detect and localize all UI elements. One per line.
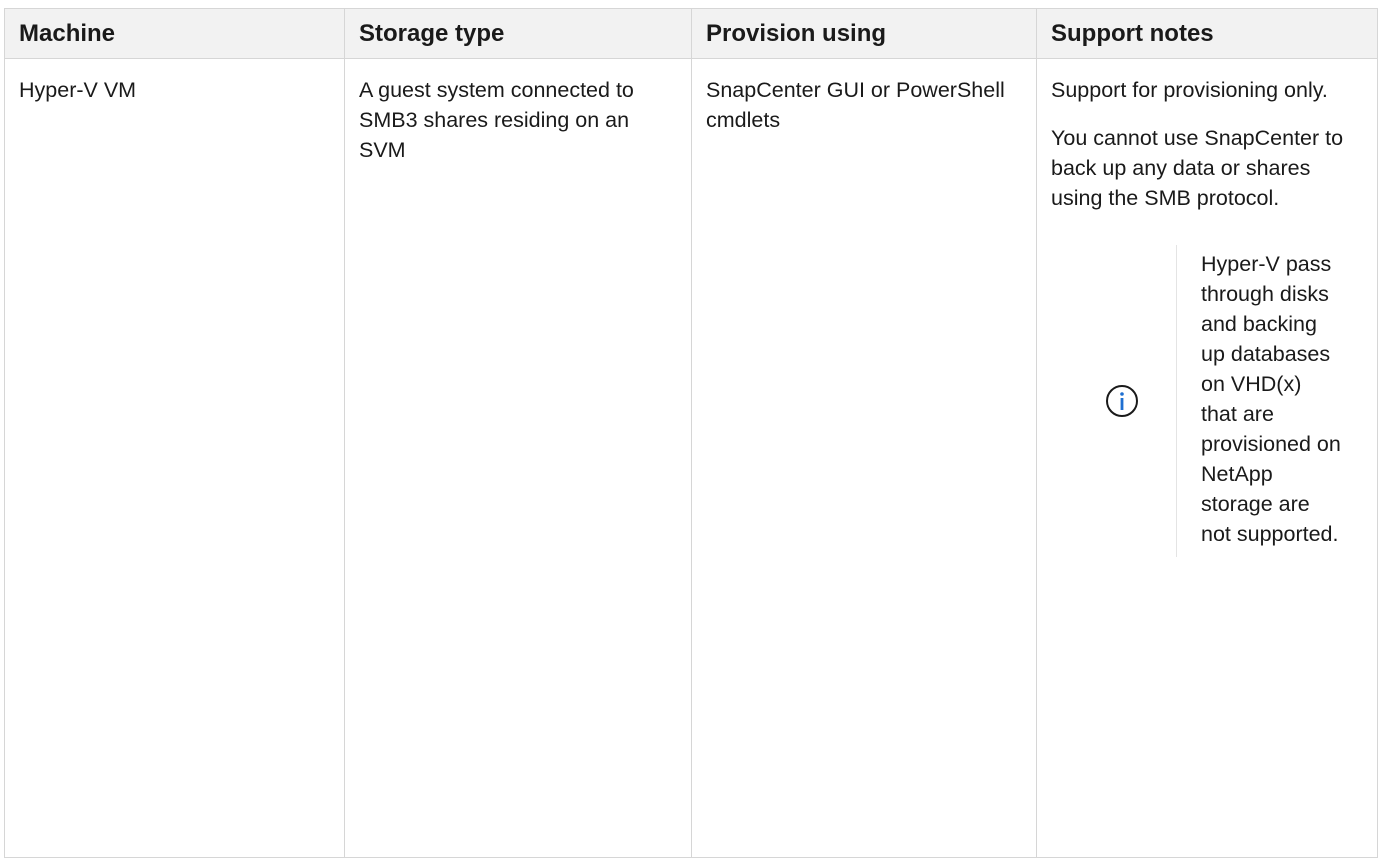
support-note-paragraph: Support for provisioning only.	[1051, 78, 1328, 102]
table-body: Hyper-V VM A guest system connected to S…	[4, 58, 1378, 858]
header-row: Machine Storage type Provision using Sup…	[4, 8, 1378, 59]
support-note-paragraph: You cannot use SnapCenter to back up any…	[1051, 126, 1344, 210]
header-storage-type: Storage type	[344, 8, 692, 59]
table-row: Hyper-V VM A guest system connected to S…	[4, 58, 1378, 858]
header-support-notes: Support notes	[1036, 8, 1378, 59]
note-icon-cell	[1067, 245, 1177, 557]
header-provision-using: Provision using	[691, 8, 1037, 59]
table-header: Machine Storage type Provision using Sup…	[4, 8, 1378, 59]
note-text: Hyper-V pass through disks and backing u…	[1201, 252, 1341, 546]
cell-support-notes: Support for provisioning only. You canno…	[1036, 58, 1378, 858]
header-machine: Machine	[4, 8, 345, 59]
note-admonition: Hyper-V pass through disks and backing u…	[1067, 245, 1363, 557]
cell-machine: Hyper-V VM	[4, 58, 345, 858]
info-icon	[1105, 385, 1138, 417]
cell-provision-using: SnapCenter GUI or PowerShell cmdlets	[691, 58, 1037, 858]
cell-storage-type: A guest system connected to SMB3 shares …	[344, 58, 692, 858]
support-table: Machine Storage type Provision using Sup…	[4, 8, 1378, 858]
